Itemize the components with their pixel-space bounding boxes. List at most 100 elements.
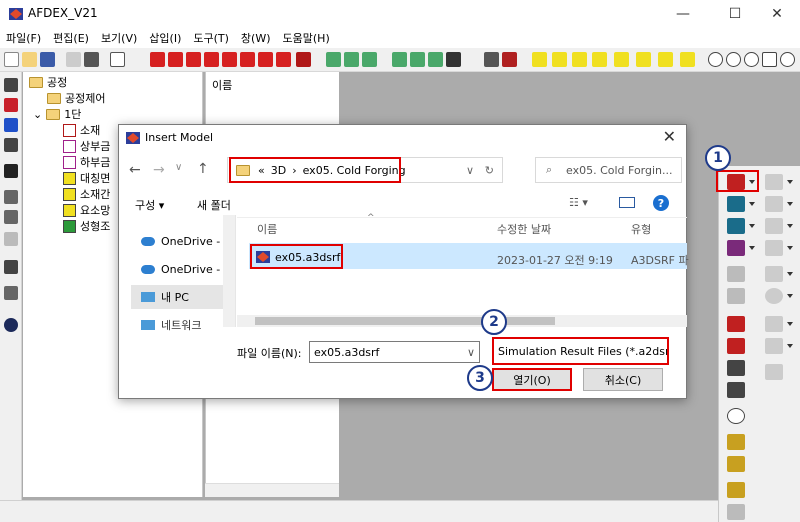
forward-arrow-icon[interactable]: → [153,162,165,178]
view-right-icon[interactable] [204,52,219,67]
tree-item-symmetry[interactable]: 대칭면 [63,170,110,186]
circle-icon[interactable] [765,288,783,304]
menu-file[interactable]: 파일(F) [6,30,41,46]
chevron-down-icon[interactable] [787,322,793,326]
nav-network[interactable]: 네트워크 [141,317,201,333]
tree-root[interactable]: 공정 [29,74,67,90]
file-type-filter[interactable]: Simulation Result Files (*.a2dsı [492,337,669,365]
help-icon[interactable]: ? [653,195,669,211]
flow-icon[interactable] [4,190,18,204]
chevron-down-icon[interactable] [787,202,793,206]
new-file-icon[interactable] [4,52,19,67]
save-icon[interactable] [40,52,55,67]
pan-hand-icon[interactable] [762,52,777,67]
transform-icon[interactable] [727,266,745,282]
file-list-scrollbar[interactable] [237,315,687,327]
zoom-out-icon[interactable] [744,52,759,67]
display-h-icon[interactable] [680,52,695,67]
chevron-down-icon[interactable] [787,246,793,250]
rotate-z-icon[interactable] [362,52,377,67]
tree-item-upper-die[interactable]: 상부금 [63,138,110,154]
view-iso2-icon[interactable] [276,52,291,67]
chevron-down-icon[interactable] [787,272,793,276]
menu-window[interactable]: 창(W) [241,30,271,46]
page-icon[interactable] [110,52,125,67]
zoom-in-icon[interactable] [726,52,741,67]
person-icon[interactable] [4,286,18,300]
view-iso-icon[interactable] [258,52,273,67]
layout-icon[interactable] [4,260,18,274]
new-folder-button[interactable]: 새 폴더 [197,197,231,213]
chevron-down-icon[interactable] [787,180,793,184]
column-name[interactable]: 이름 [257,221,277,237]
curve-b-icon[interactable] [727,504,745,520]
light-icon[interactable] [446,52,461,67]
display-e-icon[interactable] [614,52,629,67]
address-dropdown-icon[interactable]: ∨ [466,164,474,177]
back-arrow-icon[interactable]: ← [129,162,141,178]
zoom-window-icon[interactable] [780,52,795,67]
open-folder-icon[interactable] [22,52,37,67]
layer-icon[interactable] [765,316,783,332]
insert-tool-icon[interactable] [727,218,745,234]
nav-scrollbar[interactable] [223,215,235,327]
force-icon[interactable] [727,408,745,424]
copy-icon[interactable] [66,52,81,67]
export-icon[interactable] [84,52,99,67]
display-a-icon[interactable] [532,52,547,67]
rotate-b-icon[interactable] [410,52,425,67]
close-button[interactable]: ✕ [754,0,800,28]
tree-item-process-control[interactable]: 공정제어 [47,90,105,106]
view-front-icon[interactable] [150,52,165,67]
insert-die-icon[interactable] [727,196,745,212]
zoom-fit-icon[interactable] [708,52,723,67]
color-map-icon[interactable] [502,52,517,67]
simulation-icon[interactable] [4,118,18,132]
rotate-x-icon[interactable] [326,52,341,67]
menu-edit[interactable]: 편집(E) [53,30,89,46]
chevron-down-icon[interactable] [787,224,793,228]
chevron-down-icon[interactable] [749,224,755,228]
tree-view-icon[interactable] [4,78,18,92]
graph-b-icon[interactable] [727,456,745,472]
filename-input[interactable]: ex05.a3dsrf ∨ [309,341,480,363]
display-f-icon[interactable] [636,52,651,67]
recent-chevron-icon[interactable]: ∨ [175,162,182,173]
menu-insert[interactable]: 삽입(I) [149,30,181,46]
up-arrow-icon[interactable]: ↑ [197,161,209,177]
tree-item-mesh[interactable]: 요소망 [63,202,110,218]
rotate-c-icon[interactable] [428,52,443,67]
display-d-icon[interactable] [592,52,607,67]
maximize-button[interactable]: ☐ [712,0,758,28]
cube-icon[interactable] [4,232,18,246]
view-top-icon[interactable] [222,52,237,67]
check-icon[interactable] [4,318,18,332]
section-icon[interactable] [765,266,783,282]
search-box[interactable]: ⌕ ex05. Cold Forgin... [535,157,682,183]
preview-pane-icon[interactable] [619,197,635,208]
horizontal-scrollbar[interactable] [205,483,339,497]
open-button[interactable]: 열기(O) [492,368,572,391]
display-g-icon[interactable] [658,52,673,67]
view-shaded-icon[interactable] [296,52,311,67]
shape-icon[interactable] [765,338,783,354]
chevron-down-icon[interactable]: ⌄ [33,108,42,121]
nav-this-pc[interactable]: 내 PC [141,289,189,305]
chevron-down-icon[interactable] [787,344,793,348]
result-b-icon[interactable] [727,338,745,354]
tool-b-icon[interactable] [765,218,783,234]
curve-icon[interactable] [727,482,745,498]
remesh-icon[interactable] [727,382,745,398]
column-type[interactable]: 유형 [631,221,651,237]
nav-onedrive-1[interactable]: OneDrive - I [141,233,227,249]
chevron-down-icon[interactable]: ∨ [467,346,475,359]
chevron-down-icon[interactable] [749,202,755,206]
process-icon[interactable] [4,98,18,112]
hatch-icon[interactable] [765,364,783,380]
rotate-a-icon[interactable] [392,52,407,67]
grid-icon[interactable] [765,174,783,190]
tree-item-forming[interactable]: 성형조 [63,218,110,234]
view-left-icon[interactable] [186,52,201,67]
tree-item-lower-die[interactable]: 하부금 [63,154,110,170]
view-options-icon[interactable]: ☷ ▾ [569,196,588,209]
